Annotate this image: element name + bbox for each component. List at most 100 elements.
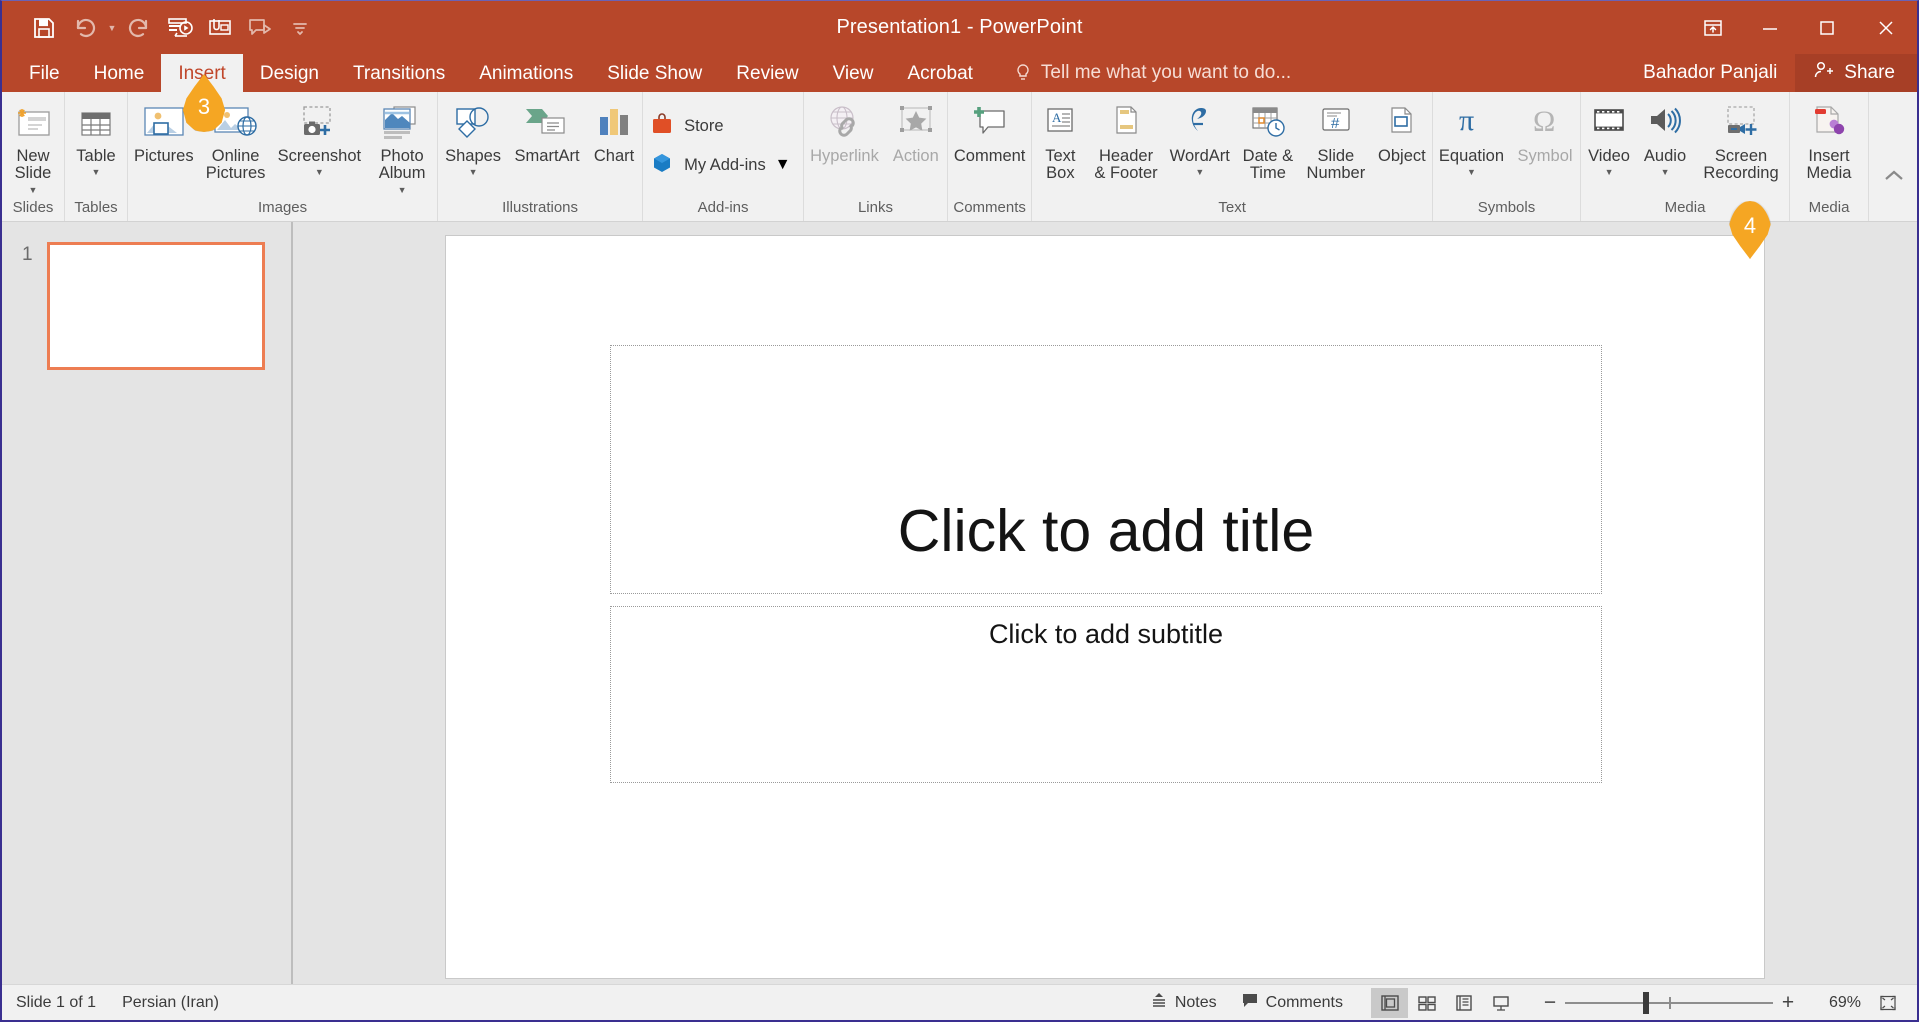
start-from-beginning-icon[interactable]	[160, 10, 200, 46]
redo-icon[interactable]	[120, 10, 160, 46]
tab-view[interactable]: View	[816, 54, 891, 92]
collapse-ribbon-button[interactable]	[1879, 161, 1909, 191]
symbol-button[interactable]: Ω Symbol	[1510, 97, 1580, 165]
zoom-slider-handle[interactable]	[1643, 991, 1649, 1014]
shapes-button[interactable]: Shapes ▼	[438, 97, 508, 177]
slide-number-button[interactable]: # Slide Number	[1300, 97, 1372, 183]
pane-splitter[interactable]	[291, 222, 292, 1008]
slide-thumbnail-1[interactable]	[46, 242, 265, 370]
ribbon-display-options-icon[interactable]	[1684, 1, 1741, 54]
start-from-current-icon[interactable]	[240, 10, 280, 46]
tab-acrobat[interactable]: Acrobat	[890, 54, 989, 92]
chevron-down-icon[interactable]: ▼	[1467, 168, 1476, 177]
photo-album-button[interactable]: Photo Album ▼	[367, 97, 437, 195]
open-recent-icon[interactable]	[200, 10, 240, 46]
action-button[interactable]: Action	[885, 97, 947, 165]
tab-review[interactable]: Review	[719, 54, 815, 92]
lightbulb-icon	[1014, 63, 1032, 83]
equation-button[interactable]: π Equation ▼	[1433, 97, 1510, 177]
tab-transitions[interactable]: Transitions	[336, 54, 462, 92]
date-time-label: Date & Time	[1242, 147, 1294, 183]
smartart-label: SmartArt	[514, 147, 580, 165]
tell-me-search[interactable]: Tell me what you want to do...	[990, 54, 1291, 92]
slide-sorter-view-button[interactable]	[1408, 988, 1445, 1018]
object-icon	[1382, 99, 1422, 143]
undo-icon[interactable]	[64, 10, 104, 46]
insert-media-icon	[1807, 99, 1851, 143]
chevron-down-icon[interactable]: ▼	[1605, 168, 1614, 177]
chevron-down-icon[interactable]: ▼	[469, 168, 478, 177]
equation-label: Equation	[1438, 147, 1505, 165]
store-button[interactable]: Store	[643, 107, 729, 146]
pictures-button[interactable]: Pictures	[128, 97, 200, 165]
comments-button[interactable]: Comments	[1229, 991, 1355, 1014]
ribbon-tab-bar: File Home Insert Design Transitions Anim…	[2, 54, 1917, 92]
store-icon	[649, 111, 675, 142]
save-icon[interactable]	[24, 10, 64, 46]
text-box-button[interactable]: A Text Box	[1032, 97, 1088, 183]
chevron-down-icon[interactable]: ▼	[29, 185, 38, 195]
svg-text:π: π	[1459, 104, 1474, 137]
zoom-in-button[interactable]: +	[1773, 988, 1803, 1018]
table-label: Table	[76, 147, 116, 165]
chart-button[interactable]: Chart	[586, 97, 642, 165]
tab-home[interactable]: Home	[77, 54, 162, 92]
chevron-down-icon[interactable]: ▼	[398, 185, 407, 195]
screenshot-button[interactable]: Screenshot ▼	[272, 97, 367, 177]
group-label-links: Links	[857, 198, 893, 216]
undo-dropdown-icon[interactable]: ▼	[104, 10, 120, 46]
chevron-down-icon[interactable]: ▼	[315, 168, 324, 177]
notes-label: Notes	[1174, 993, 1217, 1011]
notes-button[interactable]: Notes	[1138, 991, 1229, 1014]
screen-recording-button[interactable]: Screen Recording	[1693, 97, 1789, 183]
svg-text:Ω: Ω	[1533, 105, 1555, 138]
account-name[interactable]: Bahador Panjali	[1625, 54, 1795, 92]
tab-insert[interactable]: Insert	[161, 54, 243, 92]
reading-view-button[interactable]	[1445, 988, 1482, 1018]
chevron-down-icon[interactable]: ▼	[1661, 168, 1670, 177]
slide-canvas[interactable]: Click to add title Click to add subtitle	[446, 236, 1764, 978]
tab-file[interactable]: File	[12, 54, 77, 92]
tab-slide-show[interactable]: Slide Show	[590, 54, 719, 92]
ribbon: New Slide ▼ Slides Table ▼ Tables Pictur…	[2, 74, 1917, 222]
table-button[interactable]: Table ▼	[65, 97, 127, 177]
object-button[interactable]: Object	[1372, 97, 1432, 165]
close-icon[interactable]	[1855, 1, 1917, 54]
normal-view-button[interactable]	[1371, 987, 1408, 1018]
customize-qat-icon[interactable]	[280, 10, 320, 46]
hyperlink-button[interactable]: Hyperlink	[804, 97, 885, 165]
fit-to-window-button[interactable]	[1869, 988, 1907, 1018]
my-addins-button[interactable]: My Add-ins ▼	[643, 146, 796, 185]
slide-show-view-button[interactable]	[1482, 988, 1519, 1018]
notes-icon	[1150, 991, 1168, 1014]
header-footer-button[interactable]: Header & Footer	[1088, 97, 1163, 183]
chevron-down-icon[interactable]: ▼	[92, 168, 101, 177]
tab-animations[interactable]: Animations	[462, 54, 590, 92]
video-button[interactable]: Video ▼	[1581, 97, 1637, 177]
subtitle-placeholder[interactable]: Click to add subtitle	[610, 606, 1602, 783]
date-time-button[interactable]: Date & Time	[1236, 97, 1300, 183]
chevron-down-icon[interactable]: ▼	[1195, 168, 1204, 177]
zoom-slider[interactable]	[1565, 988, 1773, 1018]
group-label-illustrations: Illustrations	[502, 198, 579, 216]
zoom-level-label[interactable]: 69%	[1803, 994, 1861, 1012]
comment-button[interactable]: Comment	[948, 97, 1032, 165]
tab-design[interactable]: Design	[243, 54, 336, 92]
audio-button[interactable]: Audio ▼	[1637, 97, 1693, 177]
smartart-button[interactable]: SmartArt	[508, 97, 586, 165]
slide-number-label: Slide Number	[1306, 147, 1366, 183]
slide-count-label[interactable]: Slide 1 of 1	[16, 994, 96, 1012]
share-button[interactable]: Share	[1795, 54, 1917, 92]
my-addins-label: My Add-ins	[684, 155, 766, 174]
zoom-out-button[interactable]: −	[1535, 988, 1565, 1018]
minimize-icon[interactable]	[1741, 1, 1798, 54]
chevron-down-icon[interactable]: ▼	[775, 156, 791, 174]
new-slide-button[interactable]: New Slide ▼	[2, 97, 64, 195]
wordart-button[interactable]: WordArt ▼	[1164, 97, 1236, 177]
insert-media-button[interactable]: Insert Media	[1790, 97, 1868, 183]
online-pictures-button[interactable]: Online Pictures	[200, 97, 272, 183]
title-placeholder[interactable]: Click to add title	[610, 345, 1602, 594]
restore-icon[interactable]	[1798, 1, 1855, 54]
wordart-icon	[1180, 99, 1220, 143]
language-label[interactable]: Persian (Iran)	[122, 994, 219, 1012]
